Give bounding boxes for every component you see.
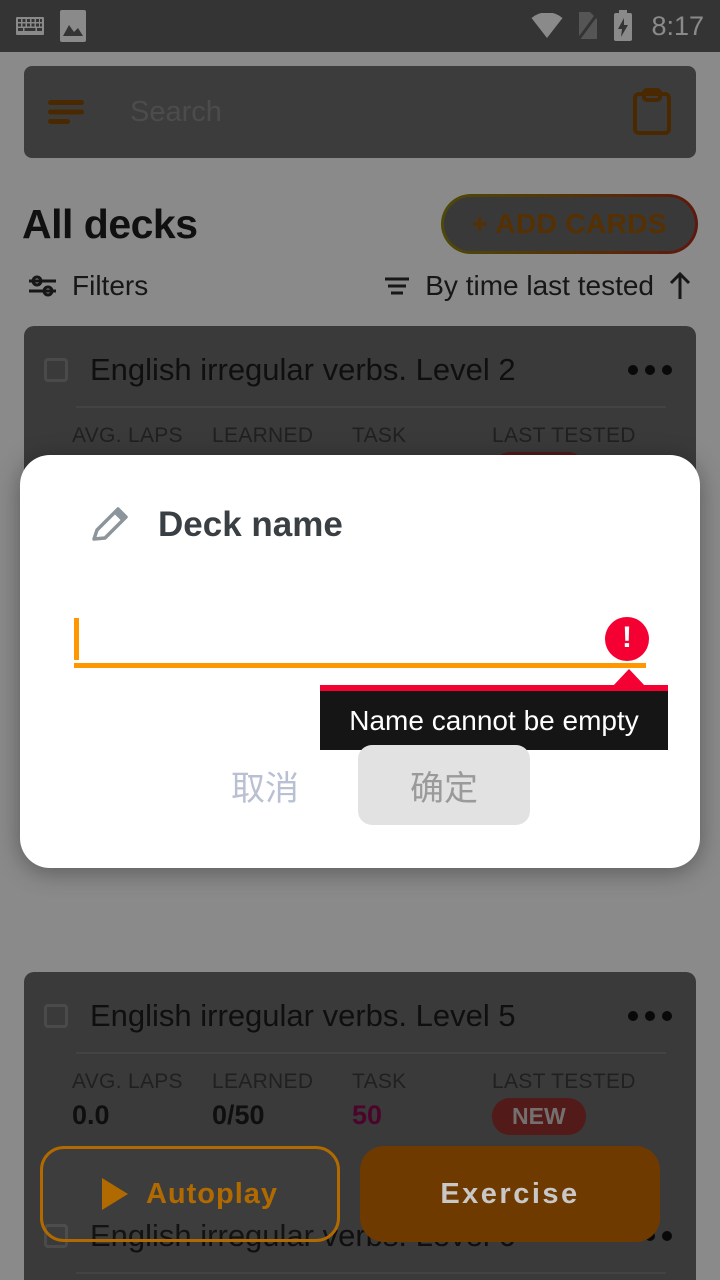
tune-icon (28, 273, 58, 299)
filters-button[interactable]: Filters (28, 270, 148, 302)
deck-overflow-menu-icon[interactable] (628, 365, 672, 375)
image-icon (60, 10, 86, 42)
status-bar-clock: 8:17 (651, 10, 704, 41)
stat-value: 0.0 (72, 1100, 110, 1130)
keyboard-icon (16, 16, 44, 36)
decks-header: All decks + ADD CARDS (22, 190, 698, 258)
cancel-label: 取消 (231, 769, 299, 808)
sort-button[interactable]: By time last tested (383, 270, 692, 302)
stat-label: LAST TESTED (492, 1070, 636, 1093)
stat-label: AVG. LAPS (72, 1070, 183, 1093)
ok-label: 确定 (410, 769, 478, 808)
dialog-title-row: Deck name (88, 503, 343, 547)
deck-card-header: English irregular verbs. Level 5 (24, 972, 696, 1034)
stat-value: 50 (352, 1100, 383, 1130)
status-bar: 8:17 (0, 0, 720, 52)
deck-select-checkbox[interactable] (44, 1004, 68, 1028)
stat-label: LEARNED (212, 1070, 314, 1093)
deck-card-header: English irregular verbs. Level 2 (24, 326, 696, 388)
search-bar[interactable]: Search (24, 66, 696, 158)
autoplay-button[interactable]: Autoplay (40, 1146, 340, 1242)
stat-task: TASK 50 (352, 1070, 492, 1135)
text-caret (74, 618, 79, 660)
clipboard-icon[interactable] (632, 88, 672, 136)
bottom-action-bar: Autoplay Exercise (0, 1146, 720, 1242)
page-title: All decks (22, 200, 198, 247)
pencil-icon (88, 503, 132, 547)
autoplay-label: Autoplay (145, 1177, 279, 1210)
add-cards-label: + ADD CARDS (471, 208, 667, 239)
deck-name-input[interactable] (74, 612, 646, 668)
exercise-label: Exercise (440, 1177, 580, 1210)
deck-overflow-menu-icon[interactable] (628, 1011, 672, 1021)
sort-label: By time last tested (425, 270, 654, 301)
cancel-button[interactable]: 取消 (205, 754, 325, 816)
stat-last-tested: LAST TESTED NEW (492, 1070, 636, 1135)
dialog-title: Deck name (158, 505, 343, 544)
screen: 8:17 Search All decks + ADD CARDS Filter… (0, 0, 720, 1280)
status-badge: NEW (492, 1098, 586, 1135)
stat-label: TASK (352, 424, 407, 447)
deck-stats: AVG. LAPS 0.0 LEARNED 0/50 TASK 50 LAST … (24, 1274, 696, 1280)
deck-stats: AVG. LAPS 0.0 LEARNED 0/50 TASK 50 LAST … (24, 1054, 696, 1135)
stat-avg-laps: AVG. LAPS 0.0 (72, 1070, 212, 1135)
exercise-button[interactable]: Exercise (360, 1146, 660, 1242)
stat-value: 0/50 (212, 1100, 265, 1130)
stat-label: LEARNED (212, 424, 314, 447)
error-circle-icon[interactable]: ! (605, 617, 649, 661)
wifi-icon (531, 13, 563, 39)
error-tooltip-text: Name cannot be empty (349, 704, 639, 736)
no-sim-icon (577, 11, 600, 41)
deck-name-input-wrap[interactable] (74, 612, 646, 670)
stat-label: LAST TESTED (492, 424, 636, 447)
deck-title: English irregular verbs. Level 5 (90, 998, 516, 1033)
battery-charging-icon (613, 10, 633, 42)
add-cards-button[interactable]: + ADD CARDS (441, 194, 699, 254)
stat-learned: LEARNED 0/50 (212, 1070, 352, 1135)
deck-title: English irregular verbs. Level 2 (90, 352, 516, 387)
error-exclamation: ! (622, 621, 632, 654)
status-bar-left-icons (16, 10, 86, 42)
deck-select-checkbox[interactable] (44, 358, 68, 382)
play-icon (101, 1178, 128, 1210)
stat-label: AVG. LAPS (72, 424, 183, 447)
menu-icon[interactable] (48, 98, 88, 126)
sort-icon (383, 274, 411, 298)
search-input[interactable]: Search (130, 96, 222, 129)
filter-row: Filters By time last tested (28, 262, 692, 310)
arrow-up-icon[interactable] (668, 271, 692, 301)
stat-label: TASK (352, 1070, 407, 1093)
error-tooltip: Name cannot be empty (320, 685, 668, 750)
filters-label: Filters (72, 270, 149, 301)
status-bar-right-icons: 8:17 (531, 10, 704, 42)
ok-button[interactable]: 确定 (358, 745, 530, 825)
